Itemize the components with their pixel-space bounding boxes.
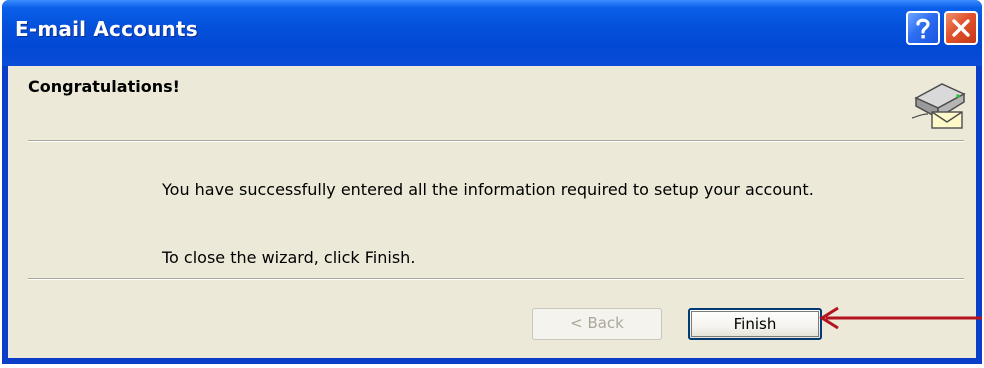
close-icon	[952, 19, 970, 37]
question-mark-icon	[916, 18, 930, 39]
header-divider	[28, 140, 964, 142]
title-bar[interactable]: E-mail Accounts	[2, 0, 982, 66]
annotation-arrow	[819, 306, 982, 330]
mail-server-envelope-icon	[911, 83, 966, 129]
success-message: You have successfully entered all the in…	[162, 180, 814, 199]
wizard-heading: Congratulations!	[28, 77, 180, 96]
finish-button[interactable]: Finish	[688, 308, 822, 340]
close-instruction: To close the wizard, click Finish.	[162, 248, 416, 267]
window-bottom-border	[8, 358, 976, 364]
footer-divider	[28, 278, 964, 280]
close-button[interactable]	[944, 11, 978, 45]
back-button[interactable]: < Back	[532, 308, 662, 340]
window-title: E-mail Accounts	[15, 17, 198, 41]
help-button[interactable]	[906, 11, 940, 45]
